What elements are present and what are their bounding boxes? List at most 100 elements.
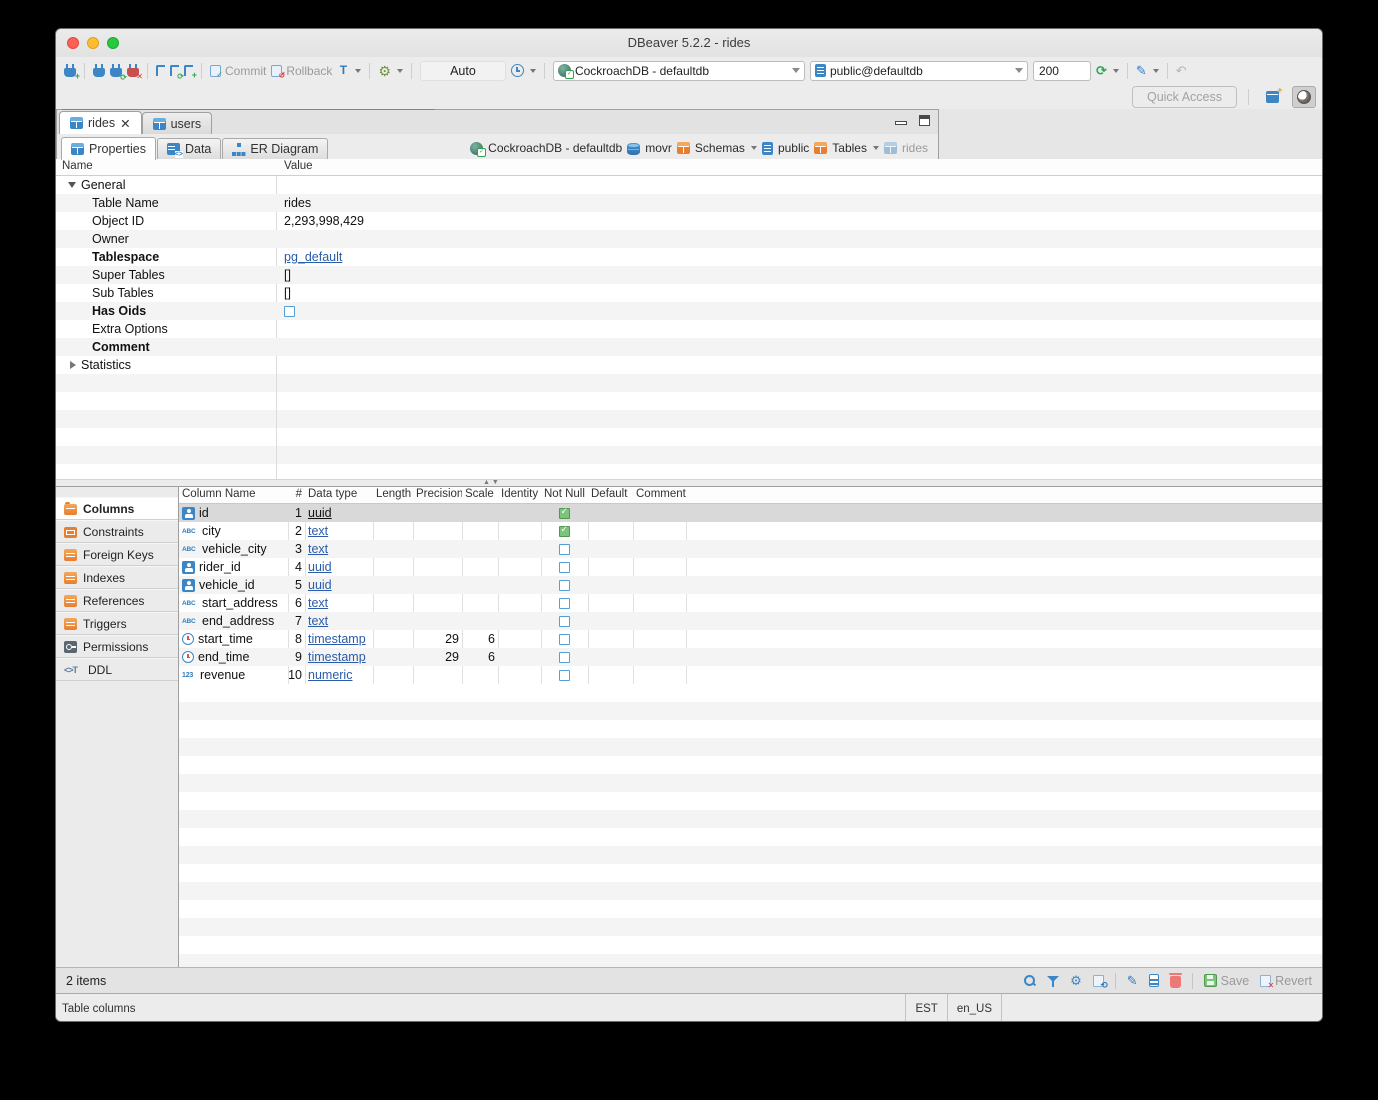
breadcrumb-database[interactable]: movr	[627, 141, 672, 155]
search-icon[interactable]	[1024, 975, 1036, 987]
sidebar-item-indexes[interactable]: Indexes	[56, 566, 178, 589]
data-type-link[interactable]: uuid	[308, 578, 332, 592]
not-null-checkbox[interactable]	[559, 652, 570, 663]
property-row-extra-options[interactable]: Extra Options	[56, 320, 1322, 338]
data-type-link[interactable]: timestamp	[308, 632, 366, 646]
property-row-sub-tables[interactable]: Sub Tables[]	[56, 284, 1322, 302]
tab-rides[interactable]: rides ✕	[59, 111, 142, 134]
property-row-object-id[interactable]: Object ID2,293,998,429	[56, 212, 1322, 230]
tablespace-link[interactable]: pg_default	[284, 250, 342, 264]
settings-gear-icon[interactable]	[1070, 974, 1082, 987]
expander-icon[interactable]	[68, 180, 81, 190]
property-row-super-tables[interactable]: Super Tables[]	[56, 266, 1322, 284]
table-row-city[interactable]: city 2 text	[179, 522, 1322, 540]
new-sql-editor-icon[interactable]	[184, 65, 193, 76]
close-tab-icon[interactable]: ✕	[120, 116, 130, 131]
breadcrumb-connection[interactable]: CockroachDB - defaultdb	[470, 141, 622, 155]
data-type-link[interactable]: timestamp	[308, 650, 366, 664]
column-header-name[interactable]: Name	[56, 159, 276, 175]
cell-editor-icon[interactable]	[1149, 974, 1159, 987]
dbeaver-perspective-button[interactable]	[1292, 86, 1316, 108]
rollback-button[interactable]: Rollback	[271, 64, 332, 78]
sidebar-item-permissions[interactable]: Permissions	[56, 635, 178, 658]
filter-icon[interactable]	[1047, 975, 1059, 987]
has-oids-checkbox[interactable]	[284, 306, 295, 317]
data-type-link[interactable]: text	[308, 542, 328, 556]
expander-icon[interactable]	[68, 360, 81, 370]
sidebar-item-triggers[interactable]: Triggers	[56, 612, 178, 635]
not-null-checkbox[interactable]	[559, 634, 570, 645]
minimize-editor-icon[interactable]	[895, 121, 907, 125]
breadcrumb-table[interactable]: rides	[884, 141, 928, 155]
sql-editor-recent-icon[interactable]	[170, 65, 179, 76]
back-arrow-icon[interactable]	[1176, 64, 1187, 77]
sidebar-item-columns[interactable]: Columns	[56, 497, 178, 520]
connect-icon[interactable]	[93, 68, 105, 77]
columns-grid-header[interactable]: Column Name # Data type Length Precision…	[179, 487, 1322, 504]
open-perspective-button[interactable]	[1260, 86, 1284, 108]
property-row-comment[interactable]: Comment	[56, 338, 1322, 356]
debug-menu-button[interactable]	[378, 64, 403, 78]
not-null-checkbox[interactable]	[559, 508, 570, 519]
breadcrumb-tables[interactable]: Tables	[814, 141, 879, 155]
sidebar-item-foreign-keys[interactable]: Foreign Keys	[56, 543, 178, 566]
tab-users[interactable]: users	[142, 112, 213, 134]
delete-icon[interactable]	[1170, 976, 1181, 988]
edit-mode-button[interactable]	[1136, 64, 1159, 77]
not-null-checkbox[interactable]	[559, 526, 570, 537]
property-row-owner[interactable]: Owner	[56, 230, 1322, 248]
quick-access-button[interactable]: Quick Access	[1132, 86, 1237, 108]
data-type-link[interactable]: text	[308, 596, 328, 610]
breadcrumb-schemas[interactable]: Schemas	[677, 141, 757, 155]
sidebar-item-ddl[interactable]: DDL	[56, 658, 178, 681]
sidebar-item-references[interactable]: References	[56, 589, 178, 612]
property-row-general[interactable]: General	[56, 176, 1322, 194]
not-null-checkbox[interactable]	[559, 670, 570, 681]
fetch-size-input[interactable]	[1033, 61, 1091, 81]
new-connection-icon[interactable]	[64, 68, 76, 77]
commit-mode-combo[interactable]: Auto	[420, 61, 506, 81]
edit-pencil-icon[interactable]	[1127, 974, 1138, 987]
table-row-rider-id[interactable]: rider_id 4 uuid	[179, 558, 1322, 576]
not-null-checkbox[interactable]	[559, 598, 570, 609]
maximize-editor-icon[interactable]	[919, 115, 930, 126]
table-row-vehicle-id[interactable]: vehicle_id 5 uuid	[179, 576, 1322, 594]
data-type-link[interactable]: text	[308, 614, 328, 628]
refresh-button[interactable]	[1096, 64, 1119, 77]
schema-combo[interactable]: public@defaultdb	[810, 61, 1028, 81]
not-null-checkbox[interactable]	[559, 616, 570, 627]
table-row-id[interactable]: id 1 uuid	[179, 504, 1322, 522]
save-button[interactable]: Save	[1204, 974, 1250, 988]
transaction-mode-button[interactable]	[337, 64, 361, 77]
reconnect-icon[interactable]	[110, 68, 122, 77]
not-null-checkbox[interactable]	[559, 544, 570, 555]
connection-combo[interactable]: CockroachDB - defaultdb	[553, 61, 805, 81]
table-row-vehicle-city[interactable]: vehicle_city 3 text	[179, 540, 1322, 558]
table-row-revenue[interactable]: revenue 10 numeric	[179, 666, 1322, 684]
sync-data-icon[interactable]	[1093, 975, 1104, 987]
table-row-end-address[interactable]: end_address 7 text	[179, 612, 1322, 630]
table-row-start-address[interactable]: start_address 6 text	[179, 594, 1322, 612]
tab-data[interactable]: Data	[157, 138, 221, 159]
sql-editor-icon[interactable]	[156, 65, 165, 76]
data-type-link[interactable]: text	[308, 524, 328, 538]
data-type-link[interactable]: uuid	[308, 560, 332, 574]
property-row-tablespace[interactable]: Tablespacepg_default	[56, 248, 1322, 266]
breadcrumb-schema[interactable]: public	[762, 141, 809, 155]
table-row-start-time[interactable]: start_time 8 timestamp 296	[179, 630, 1322, 648]
property-row-table-name[interactable]: Table Namerides	[56, 194, 1322, 212]
not-null-checkbox[interactable]	[559, 580, 570, 591]
property-row-statistics[interactable]: Statistics	[56, 356, 1322, 374]
data-type-link[interactable]: numeric	[308, 668, 352, 682]
splitter[interactable]: ▲▼	[56, 479, 1322, 487]
data-type-link[interactable]: uuid	[308, 506, 332, 520]
column-header-value[interactable]: Value	[276, 159, 1322, 175]
property-row-has-oids[interactable]: Has Oids	[56, 302, 1322, 320]
sidebar-item-constraints[interactable]: Constraints	[56, 520, 178, 543]
disconnect-icon[interactable]	[127, 68, 139, 77]
commit-button[interactable]: Commit	[210, 64, 266, 78]
tab-er-diagram[interactable]: ER Diagram	[222, 138, 328, 159]
tab-properties[interactable]: Properties	[61, 137, 156, 160]
not-null-checkbox[interactable]	[559, 562, 570, 573]
table-row-end-time[interactable]: end_time 9 timestamp 296	[179, 648, 1322, 666]
